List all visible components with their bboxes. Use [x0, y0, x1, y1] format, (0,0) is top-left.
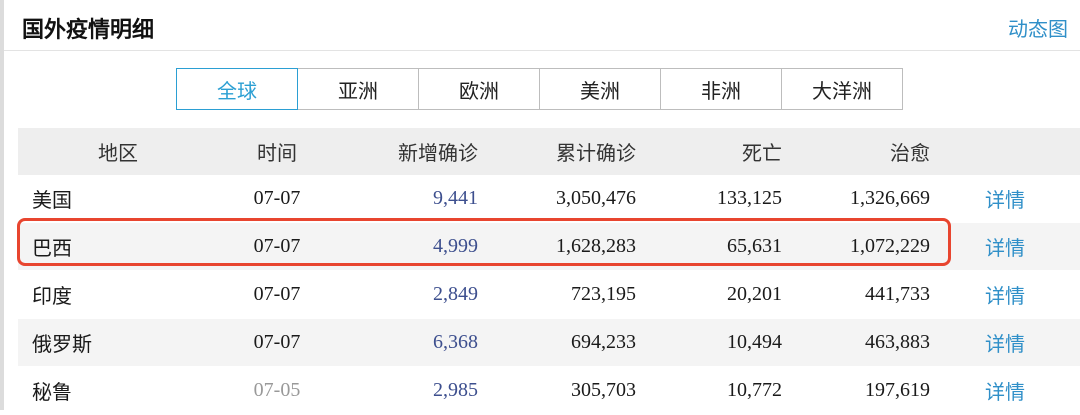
table-header-row: 地区 时间 新增确诊 累计确诊 死亡 治愈	[18, 128, 1080, 175]
header-time: 时间	[218, 128, 336, 175]
cell-time: 07-07	[218, 222, 336, 271]
header-recovered: 治愈	[782, 128, 930, 175]
header-detail	[930, 128, 1080, 175]
cell-time: 07-07	[218, 270, 336, 319]
tab-asia[interactable]: 亚洲	[298, 68, 419, 110]
tab-global[interactable]: 全球	[176, 68, 298, 110]
header-total-cases: 累计确诊	[478, 128, 636, 175]
table-row: 俄罗斯 07-07 6,368 694,233 10,494 463,883 详…	[18, 318, 1080, 367]
tab-africa[interactable]: 非洲	[661, 68, 782, 110]
cell-new-cases: 2,849	[336, 270, 478, 319]
table-row: 巴西 07-07 4,999 1,628,283 65,631 1,072,22…	[18, 222, 1080, 271]
detail-link[interactable]: 详情	[930, 318, 1080, 367]
tab-europe[interactable]: 欧洲	[419, 68, 540, 110]
cases-table: 地区 时间 新增确诊 累计确诊 死亡 治愈 美国 07-07 9,441 3,0…	[18, 128, 1080, 415]
cell-total-cases: 1,628,283	[478, 222, 636, 271]
cell-total-cases: 723,195	[478, 270, 636, 319]
left-border	[0, 0, 4, 410]
cell-total-cases: 305,703	[478, 366, 636, 415]
cell-new-cases: 4,999	[336, 222, 478, 271]
cell-deaths: 10,494	[636, 318, 782, 367]
cell-recovered: 197,619	[782, 366, 930, 415]
header-new-cases[interactable]: 新增确诊	[336, 128, 478, 175]
cell-region: 印度	[18, 270, 218, 319]
cell-region: 俄罗斯	[18, 318, 218, 367]
cell-deaths: 20,201	[636, 270, 782, 319]
table-row: 印度 07-07 2,849 723,195 20,201 441,733 详情	[18, 270, 1080, 319]
cell-region: 秘鲁	[18, 366, 218, 415]
cell-time: 07-07	[218, 175, 336, 223]
cell-time: 07-05	[218, 366, 336, 415]
cell-deaths: 10,772	[636, 366, 782, 415]
cell-deaths: 133,125	[636, 175, 782, 223]
tab-americas[interactable]: 美洲	[540, 68, 661, 110]
detail-link[interactable]: 详情	[930, 175, 1080, 223]
region-tabs: 全球 亚洲 欧洲 美洲 非洲 大洋洲	[176, 68, 903, 110]
header-region: 地区	[18, 128, 218, 175]
panel-header: 国外疫情明细 动态图	[4, 0, 1080, 51]
detail-link[interactable]: 详情	[930, 366, 1080, 415]
tab-oceania[interactable]: 大洋洲	[782, 68, 903, 110]
cell-region: 巴西	[18, 222, 218, 271]
header-deaths: 死亡	[636, 128, 782, 175]
cell-deaths: 65,631	[636, 222, 782, 271]
cell-recovered: 1,326,669	[782, 175, 930, 223]
cell-region: 美国	[18, 175, 218, 223]
detail-link[interactable]: 详情	[930, 270, 1080, 319]
page-title: 国外疫情明细	[22, 18, 155, 43]
cell-new-cases: 9,441	[336, 175, 478, 223]
cell-new-cases: 6,368	[336, 318, 478, 367]
cell-total-cases: 694,233	[478, 318, 636, 367]
cell-time: 07-07	[218, 318, 336, 367]
cell-recovered: 1,072,229	[782, 222, 930, 271]
cell-recovered: 441,733	[782, 270, 930, 319]
detail-link[interactable]: 详情	[930, 222, 1080, 271]
animated-chart-link[interactable]: 动态图	[1008, 13, 1068, 42]
cell-new-cases: 2,985	[336, 366, 478, 415]
cell-recovered: 463,883	[782, 318, 930, 367]
cell-total-cases: 3,050,476	[478, 175, 636, 223]
table-row: 美国 07-07 9,441 3,050,476 133,125 1,326,6…	[18, 175, 1080, 223]
table-row: 秘鲁 07-05 2,985 305,703 10,772 197,619 详情	[18, 366, 1080, 415]
